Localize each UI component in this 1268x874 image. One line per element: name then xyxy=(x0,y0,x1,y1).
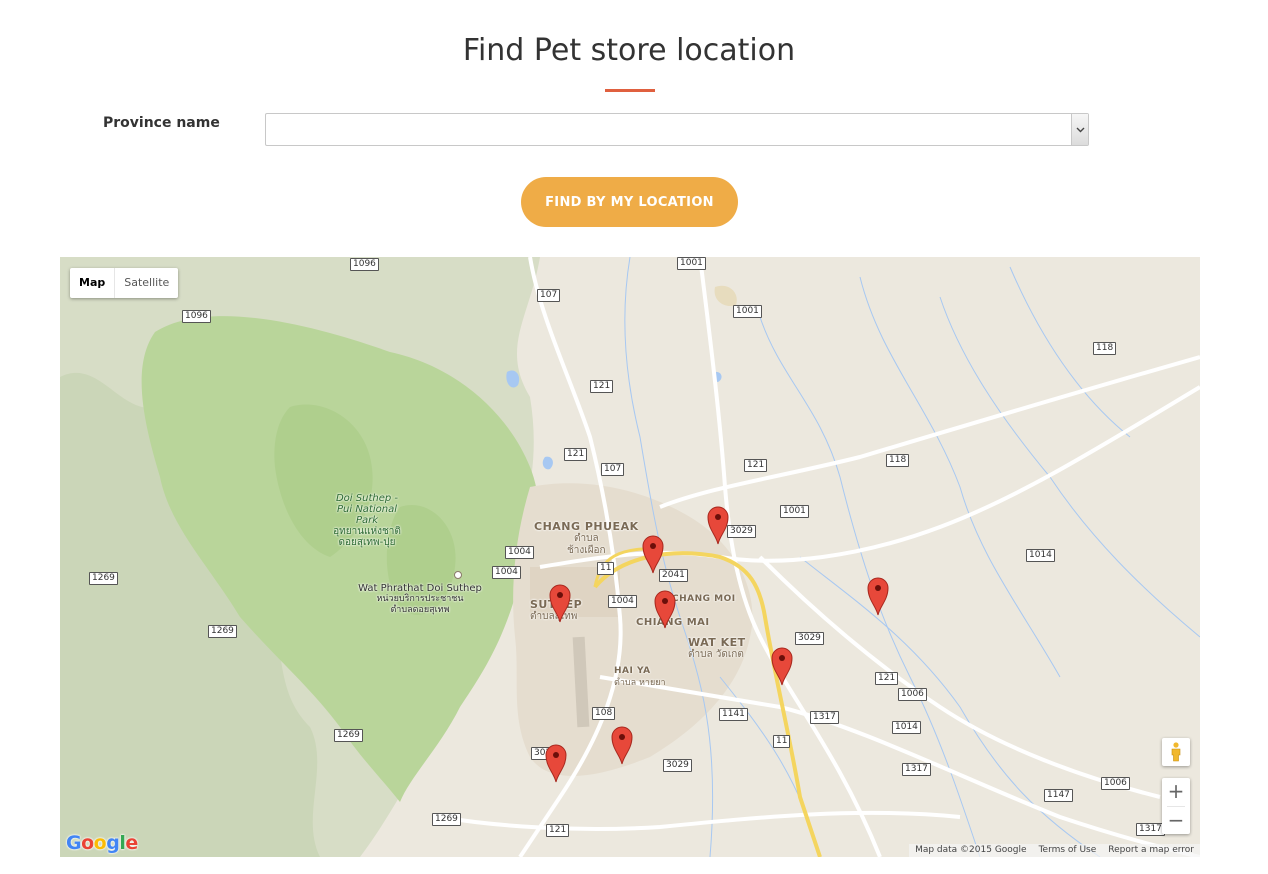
title-underline xyxy=(605,89,655,92)
road-shield: 121 xyxy=(744,459,768,472)
store-marker[interactable] xyxy=(707,505,729,545)
road-shield: 1004 xyxy=(608,595,637,608)
map-type-satellite-button[interactable]: Satellite xyxy=(115,268,178,298)
page-title: Find Pet store location xyxy=(462,33,796,68)
store-marker[interactable] xyxy=(611,725,633,765)
road-shield: 1269 xyxy=(432,813,461,826)
road-shield: 1001 xyxy=(780,505,809,518)
map-attribution-bar: Map data ©2015 Google Terms of Use Repor… xyxy=(909,844,1200,857)
road-shield: 1006 xyxy=(1101,777,1130,790)
zoom-out-button[interactable]: − xyxy=(1162,807,1190,835)
road-shield: 107 xyxy=(537,289,561,302)
road-shield: 121 xyxy=(564,448,588,461)
road-shield: 1004 xyxy=(505,546,534,559)
road-shield: 121 xyxy=(875,672,899,685)
road-shield: 107 xyxy=(601,463,625,476)
road-shield: 1014 xyxy=(1026,549,1055,562)
store-marker[interactable] xyxy=(549,583,571,623)
park-label: Doi Suthep - Pui National Park อุทยานแห่… xyxy=(332,493,402,548)
store-map[interactable]: Doi Suthep - Pui National Park อุทยานแห่… xyxy=(60,257,1200,857)
road-shield: 1317 xyxy=(810,711,839,724)
report-map-error-link[interactable]: Report a map error xyxy=(1102,844,1200,857)
road-shield: 1269 xyxy=(334,729,363,742)
road-shield: 3029 xyxy=(663,759,692,772)
road-shield: 118 xyxy=(1093,342,1117,355)
road-shield: 3029 xyxy=(727,525,756,538)
road-shield: 1317 xyxy=(902,763,931,776)
district-chang-phueak: CHANG PHUEAK ตำบล ช้างเผือก xyxy=(534,520,639,557)
road-shield: 1269 xyxy=(208,625,237,638)
park-name: Doi Suthep - Pui National Park xyxy=(335,493,398,526)
road-shield: 1001 xyxy=(677,257,706,270)
province-select[interactable] xyxy=(265,113,1089,146)
district-chang-moi: CHANG MOI xyxy=(672,594,736,604)
road-shield: 1006 xyxy=(898,688,927,701)
find-by-my-location-button[interactable]: FIND BY MY LOCATION xyxy=(521,177,738,227)
temple-dot xyxy=(454,571,462,579)
terms-of-use-link[interactable]: Terms of Use xyxy=(1033,844,1103,857)
road-shield: 1096 xyxy=(182,310,211,323)
road-shield: 121 xyxy=(590,380,614,393)
street-view-pegman-icon[interactable] xyxy=(1162,738,1190,766)
road-shield: 121 xyxy=(546,824,570,837)
province-label: Province name xyxy=(103,115,220,131)
chevron-down-icon[interactable] xyxy=(1071,114,1088,145)
road-shield: 1317 xyxy=(1136,823,1165,836)
road-shield: 1269 xyxy=(89,572,118,585)
road-shield: 11 xyxy=(773,735,791,748)
road-shield: 3029 xyxy=(795,632,824,645)
road-shield: 1004 xyxy=(492,566,521,579)
road-shield: 1096 xyxy=(350,258,379,271)
road-shield: 108 xyxy=(592,707,616,720)
road-shield: 11 xyxy=(597,562,615,575)
road-shield: 1001 xyxy=(733,305,762,318)
road-shield: 1147 xyxy=(1044,789,1073,802)
google-logo[interactable]: Google xyxy=(66,832,138,854)
road-shield: 1014 xyxy=(892,721,921,734)
store-marker[interactable] xyxy=(867,576,889,616)
temple-name: Wat Phrathat Doi Suthep xyxy=(358,583,482,594)
store-marker[interactable] xyxy=(771,646,793,686)
zoom-control: + − xyxy=(1162,778,1190,834)
store-marker[interactable] xyxy=(654,589,676,629)
map-data-credit: Map data ©2015 Google xyxy=(915,845,1027,855)
park-name-thai: อุทยานแห่งชาติ ดอยสุเทพ-ปุย xyxy=(333,526,401,548)
temple-label: Wat Phrathat Doi Suthep หน่วยบริการประชา… xyxy=(340,583,500,616)
temple-name-thai: หน่วยบริการประชาชน ตำบลดอยสุเทพ xyxy=(376,594,464,615)
map-type-map-button[interactable]: Map xyxy=(70,268,116,298)
road-shield: 1141 xyxy=(719,708,748,721)
zoom-in-button[interactable]: + xyxy=(1162,778,1190,806)
map-type-control: Map Satellite xyxy=(70,268,179,298)
district-hai-ya: HAI YA ตำบล หายยา xyxy=(614,666,666,688)
district-wat-ket: WAT KET ตำบล วัดเกต xyxy=(688,636,746,661)
road-shield: 118 xyxy=(886,454,910,467)
store-marker[interactable] xyxy=(545,743,567,783)
store-marker[interactable] xyxy=(642,534,664,574)
